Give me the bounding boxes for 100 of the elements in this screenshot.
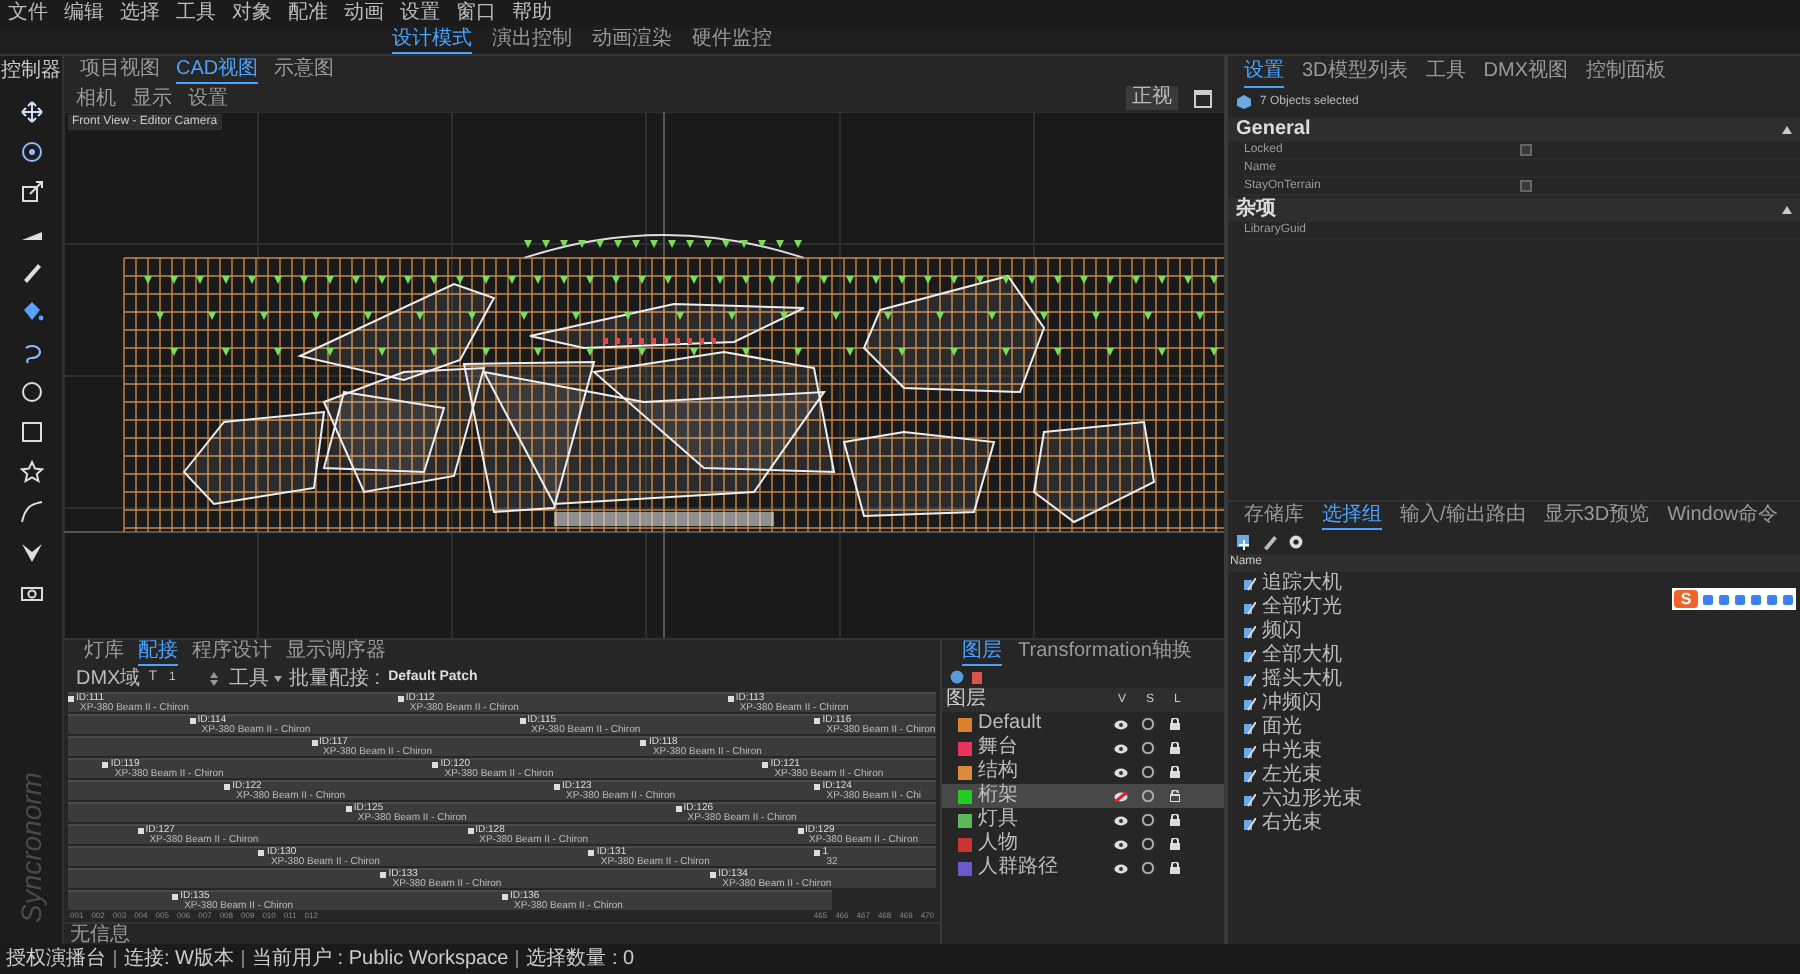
group-icon [1244, 601, 1256, 615]
menu-item[interactable]: 文件 [8, 0, 48, 26]
panel-title: 控制器 [1, 60, 61, 84]
add-group-icon [1236, 534, 1252, 550]
menu-item[interactable]: 设置 [400, 0, 440, 26]
column-header: 图层 [946, 688, 988, 712]
view-tab[interactable]: 示意图 [274, 56, 335, 84]
lock-icon[interactable] [1170, 814, 1180, 826]
group-item[interactable]: 六边形光束 [1262, 788, 1362, 812]
fixture-marker [380, 872, 387, 878]
delete-layer-icon [970, 670, 984, 684]
panel-tab[interactable]: Window命令 [1667, 502, 1779, 530]
viewport-menu[interactable]: 相机 [76, 83, 116, 113]
layer-row[interactable]: Default [942, 712, 1224, 736]
move-icon [19, 100, 43, 124]
viewport-menu[interactable]: 设置 [188, 83, 228, 113]
view-tab[interactable]: CAD视图 [176, 56, 259, 84]
layer-row[interactable]: 结构 [942, 760, 1224, 784]
cube-icon [1236, 94, 1252, 110]
status-text: 选择数量 : 0 [526, 946, 635, 972]
fixture-marker [710, 872, 717, 878]
layer-name: Default [978, 712, 1044, 735]
panel-tab[interactable]: 工具 [1425, 58, 1466, 88]
lock-icon[interactable] [1170, 838, 1180, 850]
panel-tab[interactable]: 控制面板 [1586, 58, 1667, 88]
lock-icon[interactable] [1170, 766, 1180, 778]
panel-tab[interactable]: 显示3D预览 [1543, 502, 1650, 530]
panel-tab[interactable]: 显示调序器 [286, 640, 386, 666]
group-item[interactable]: 冲频闪 [1262, 692, 1322, 716]
view-tab[interactable]: 项目视图 [80, 56, 160, 84]
mode-tab[interactable]: 演出控制 [492, 26, 572, 54]
group-item[interactable]: 面光 [1262, 716, 1302, 740]
mode-tab[interactable]: 设计模式 [392, 26, 472, 54]
group-item[interactable]: 频闪 [1262, 620, 1302, 644]
layer-name: 人群路径 [978, 856, 1060, 880]
v-shape-icon [19, 540, 43, 564]
spin-icon [209, 672, 218, 686]
layer-name: 结构 [978, 760, 1020, 783]
fixture-marker [727, 696, 734, 702]
menu-item[interactable]: 工具 [176, 0, 216, 26]
group-item[interactable]: 全部灯光 [1262, 596, 1342, 620]
eye-icon[interactable] [1114, 839, 1128, 849]
viewport-menu[interactable]: 显示 [132, 83, 172, 113]
universe-label: DMX域 [76, 665, 141, 693]
menu-item[interactable]: 编辑 [64, 0, 104, 26]
add-layer-icon [950, 670, 964, 684]
eye-icon[interactable] [1114, 863, 1128, 873]
panel-tab[interactable]: 选择组 [1322, 502, 1382, 530]
layer-row[interactable]: 舞台 [942, 736, 1224, 760]
status-text: 授权演播台 [6, 946, 106, 972]
panel-tab[interactable]: 3D模型列表 [1302, 58, 1408, 88]
layer-row[interactable]: 人群路径 [942, 856, 1224, 880]
lock-icon[interactable] [1170, 718, 1180, 730]
panel-tab[interactable]: 图层 [962, 640, 1002, 666]
eye-icon[interactable] [1114, 767, 1128, 777]
circle-icon [19, 380, 43, 404]
menu-item[interactable]: 帮助 [512, 0, 552, 26]
settings-icon [1288, 534, 1304, 550]
group-item[interactable]: 摇头大机 [1262, 668, 1342, 692]
lock-icon[interactable] [1170, 862, 1180, 874]
layer-row[interactable]: 灯具 [942, 808, 1224, 832]
group-item[interactable]: 左光束 [1262, 764, 1322, 788]
panel-tab[interactable]: DMX视图 [1483, 58, 1569, 88]
group-item[interactable]: 全部大机 [1262, 644, 1342, 668]
menu-item[interactable]: 选择 [120, 0, 160, 26]
eye-icon[interactable] [1114, 815, 1128, 825]
panel-tab[interactable]: 配接 [138, 640, 178, 666]
eye-icon[interactable] [1114, 719, 1128, 729]
tools-dropdown[interactable]: 工具 [229, 664, 282, 694]
mode-tab[interactable]: 动画渲染 [592, 26, 672, 54]
view-button[interactable]: 正视 [1126, 86, 1178, 110]
lock-icon[interactable] [1170, 742, 1180, 754]
menu-item[interactable]: 窗口 [456, 0, 496, 26]
menu-item[interactable]: 动画 [344, 0, 384, 26]
layer-row[interactable]: 桁架 [942, 784, 1224, 808]
menu-item[interactable]: 配准 [288, 0, 328, 26]
group-icon [1244, 817, 1256, 831]
panel-tab[interactable]: 存储库 [1244, 502, 1304, 530]
checkbox[interactable] [1520, 180, 1532, 192]
group-item[interactable]: 追踪大机 [1262, 572, 1342, 596]
checkbox[interactable] [1520, 144, 1532, 156]
panel-tab[interactable]: 灯库 [84, 640, 124, 666]
unlocked-lock-icon[interactable] [1170, 790, 1180, 802]
panel-tab[interactable]: 程序设计 [192, 640, 272, 666]
menu-item[interactable]: 对象 [232, 0, 272, 26]
panel-tab[interactable]: Transformation轴换 [1018, 640, 1192, 666]
layer-row[interactable]: 人物 [942, 832, 1224, 856]
group-icon [1244, 745, 1256, 759]
star-icon [19, 460, 43, 484]
group-item[interactable]: 右光束 [1262, 812, 1322, 836]
mode-tab[interactable]: 硬件监控 [692, 26, 772, 54]
collapse-icon [1782, 206, 1792, 214]
fixture-marker [102, 762, 109, 768]
square-icon [19, 420, 43, 444]
ime-logo: S [1674, 590, 1698, 608]
panel-tab[interactable]: 输入/输出路由 [1400, 502, 1526, 530]
panel-tab[interactable]: 设置 [1244, 58, 1284, 88]
hidden-eye-icon[interactable] [1114, 791, 1128, 801]
eye-icon[interactable] [1114, 743, 1128, 753]
group-item[interactable]: 中光束 [1262, 740, 1322, 764]
